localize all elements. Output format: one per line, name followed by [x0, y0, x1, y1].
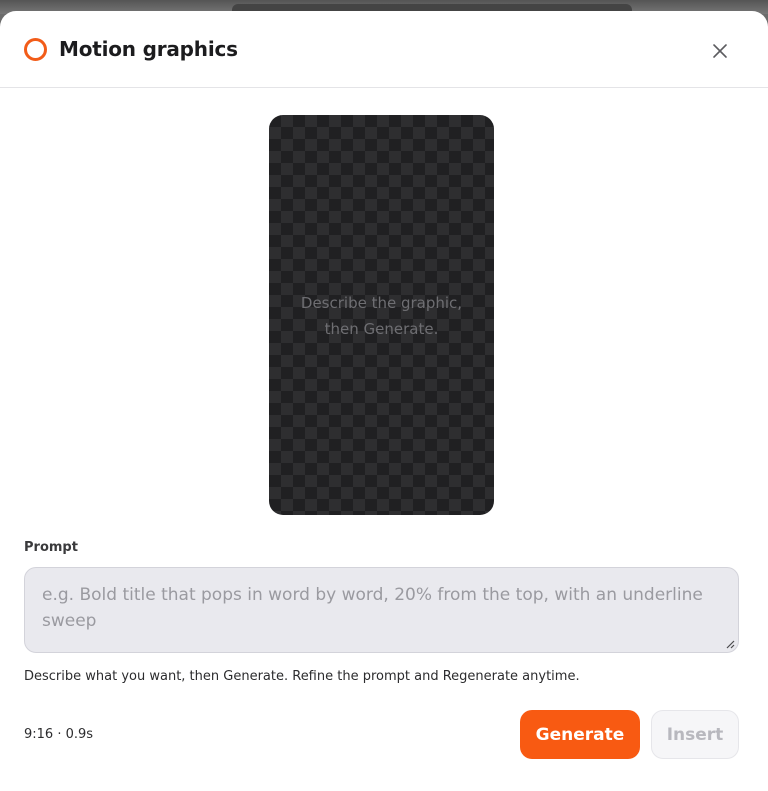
resize-grip-icon[interactable] [725, 639, 735, 649]
preview-canvas: Describe the graphic, then Generate. [269, 115, 494, 515]
logo-ring-icon [24, 38, 47, 61]
dialog-title: Motion graphics [59, 37, 238, 61]
helper-text: Describe what you want, then Generate. R… [24, 669, 580, 684]
insert-button[interactable]: Insert [651, 710, 739, 759]
close-button[interactable] [706, 37, 734, 65]
prompt-input[interactable] [24, 567, 739, 653]
generate-button[interactable]: Generate [520, 710, 640, 759]
motion-graphics-dialog: Motion graphics Describe the graphic, th… [0, 11, 768, 791]
aspect-duration-label: 9:16 · 0.9s [24, 727, 94, 742]
dialog-header: Motion graphics [0, 11, 768, 88]
preview-empty-text: Describe the graphic, then Generate. [300, 294, 463, 338]
prompt-label: Prompt [24, 540, 78, 555]
close-icon [713, 44, 727, 58]
